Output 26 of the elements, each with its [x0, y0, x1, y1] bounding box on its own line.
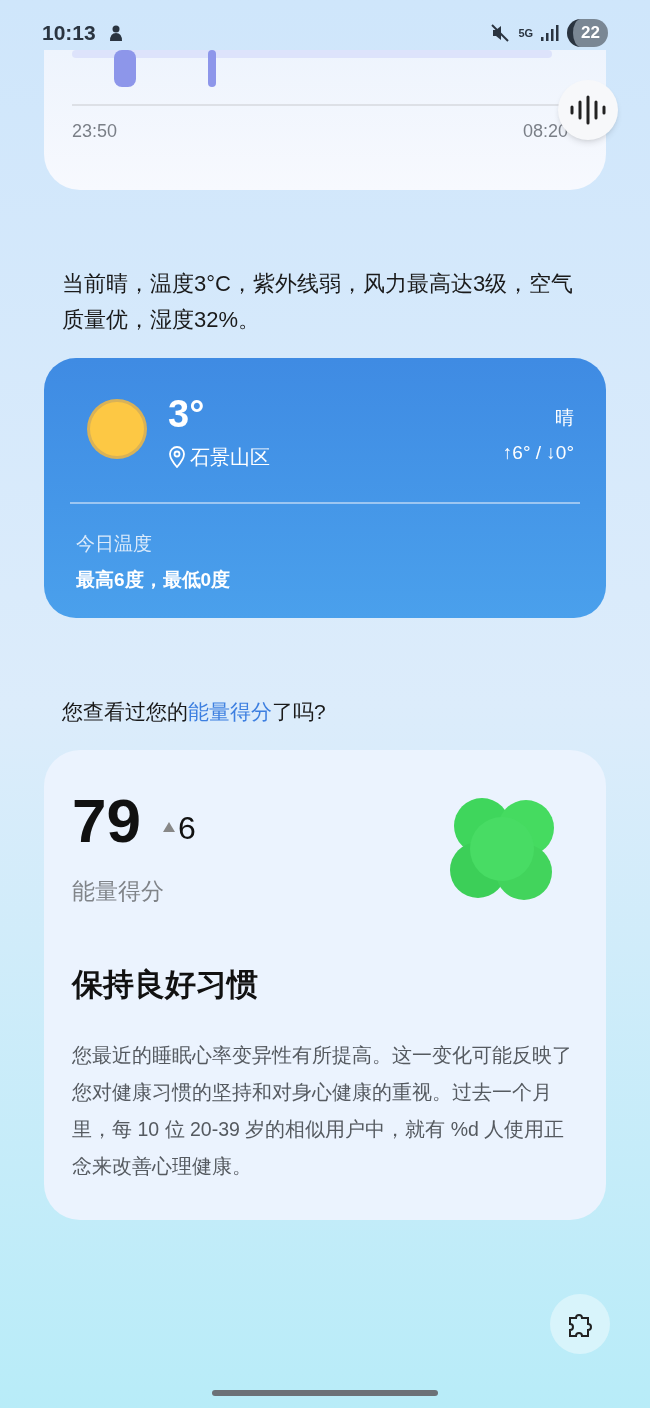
- weather-summary: 当前晴，温度3°C，紫外线弱，风力最高达3级，空气质量优，湿度32%。: [62, 270, 575, 334]
- section-label: 今日温度: [76, 531, 153, 556]
- sound-wave-icon: [569, 95, 607, 125]
- location: 石景山区: [190, 445, 270, 470]
- weather-condition: 晴: [555, 406, 574, 430]
- energy-score-link[interactable]: 能量得分: [188, 700, 272, 723]
- clock: 10:13: [42, 20, 96, 47]
- weather-card[interactable]: 3° 石景山区 晴 ↑6° / ↓0° 今日温度 最高6度，最低0度: [44, 358, 606, 618]
- network-indicator: 5G: [518, 27, 534, 39]
- sun-icon: [86, 398, 148, 460]
- location-pin-icon: [168, 446, 186, 468]
- energy-card[interactable]: 79 6 能量得分 保持良好习惯 您最近的睡眠心率变异性有所提高。这一变化可能反映了您对健康习惯的坚持和对身心健康的重视。过去一个月里，每 10 位 20-39 岁的相似用户中，就有 %d 人使用正念来改善心理健康。: [44, 749, 606, 1220]
- advice-title: 保持良好习惯: [72, 966, 259, 1004]
- energy-score: 79: [72, 789, 141, 852]
- score-label: 能量得分: [72, 876, 165, 906]
- score-change: 6: [177, 808, 196, 848]
- battery-indicator: 22: [567, 19, 608, 47]
- current-temperature: 3°: [168, 394, 206, 434]
- temperature-range: ↑6° / ↓0°: [502, 440, 574, 465]
- increase-arrow-icon: [162, 821, 175, 832]
- signal-icon: [541, 25, 560, 41]
- mute-icon: [490, 23, 511, 43]
- start-time: 23:50: [72, 120, 118, 143]
- energy-prompt: 您查看过您的能量得分了吗?: [62, 699, 327, 725]
- section-value: 最高6度，最低0度: [76, 568, 232, 592]
- advice-text: 您最近的睡眠心率变异性有所提高。这一变化可能反映了您对健康习惯的坚持和对身心健康的重视。过去一个月里，每 10 位 20-39 岁的相似用户中，就有 %d 人使用正念来改善心理健康。: [72, 1042, 573, 1179]
